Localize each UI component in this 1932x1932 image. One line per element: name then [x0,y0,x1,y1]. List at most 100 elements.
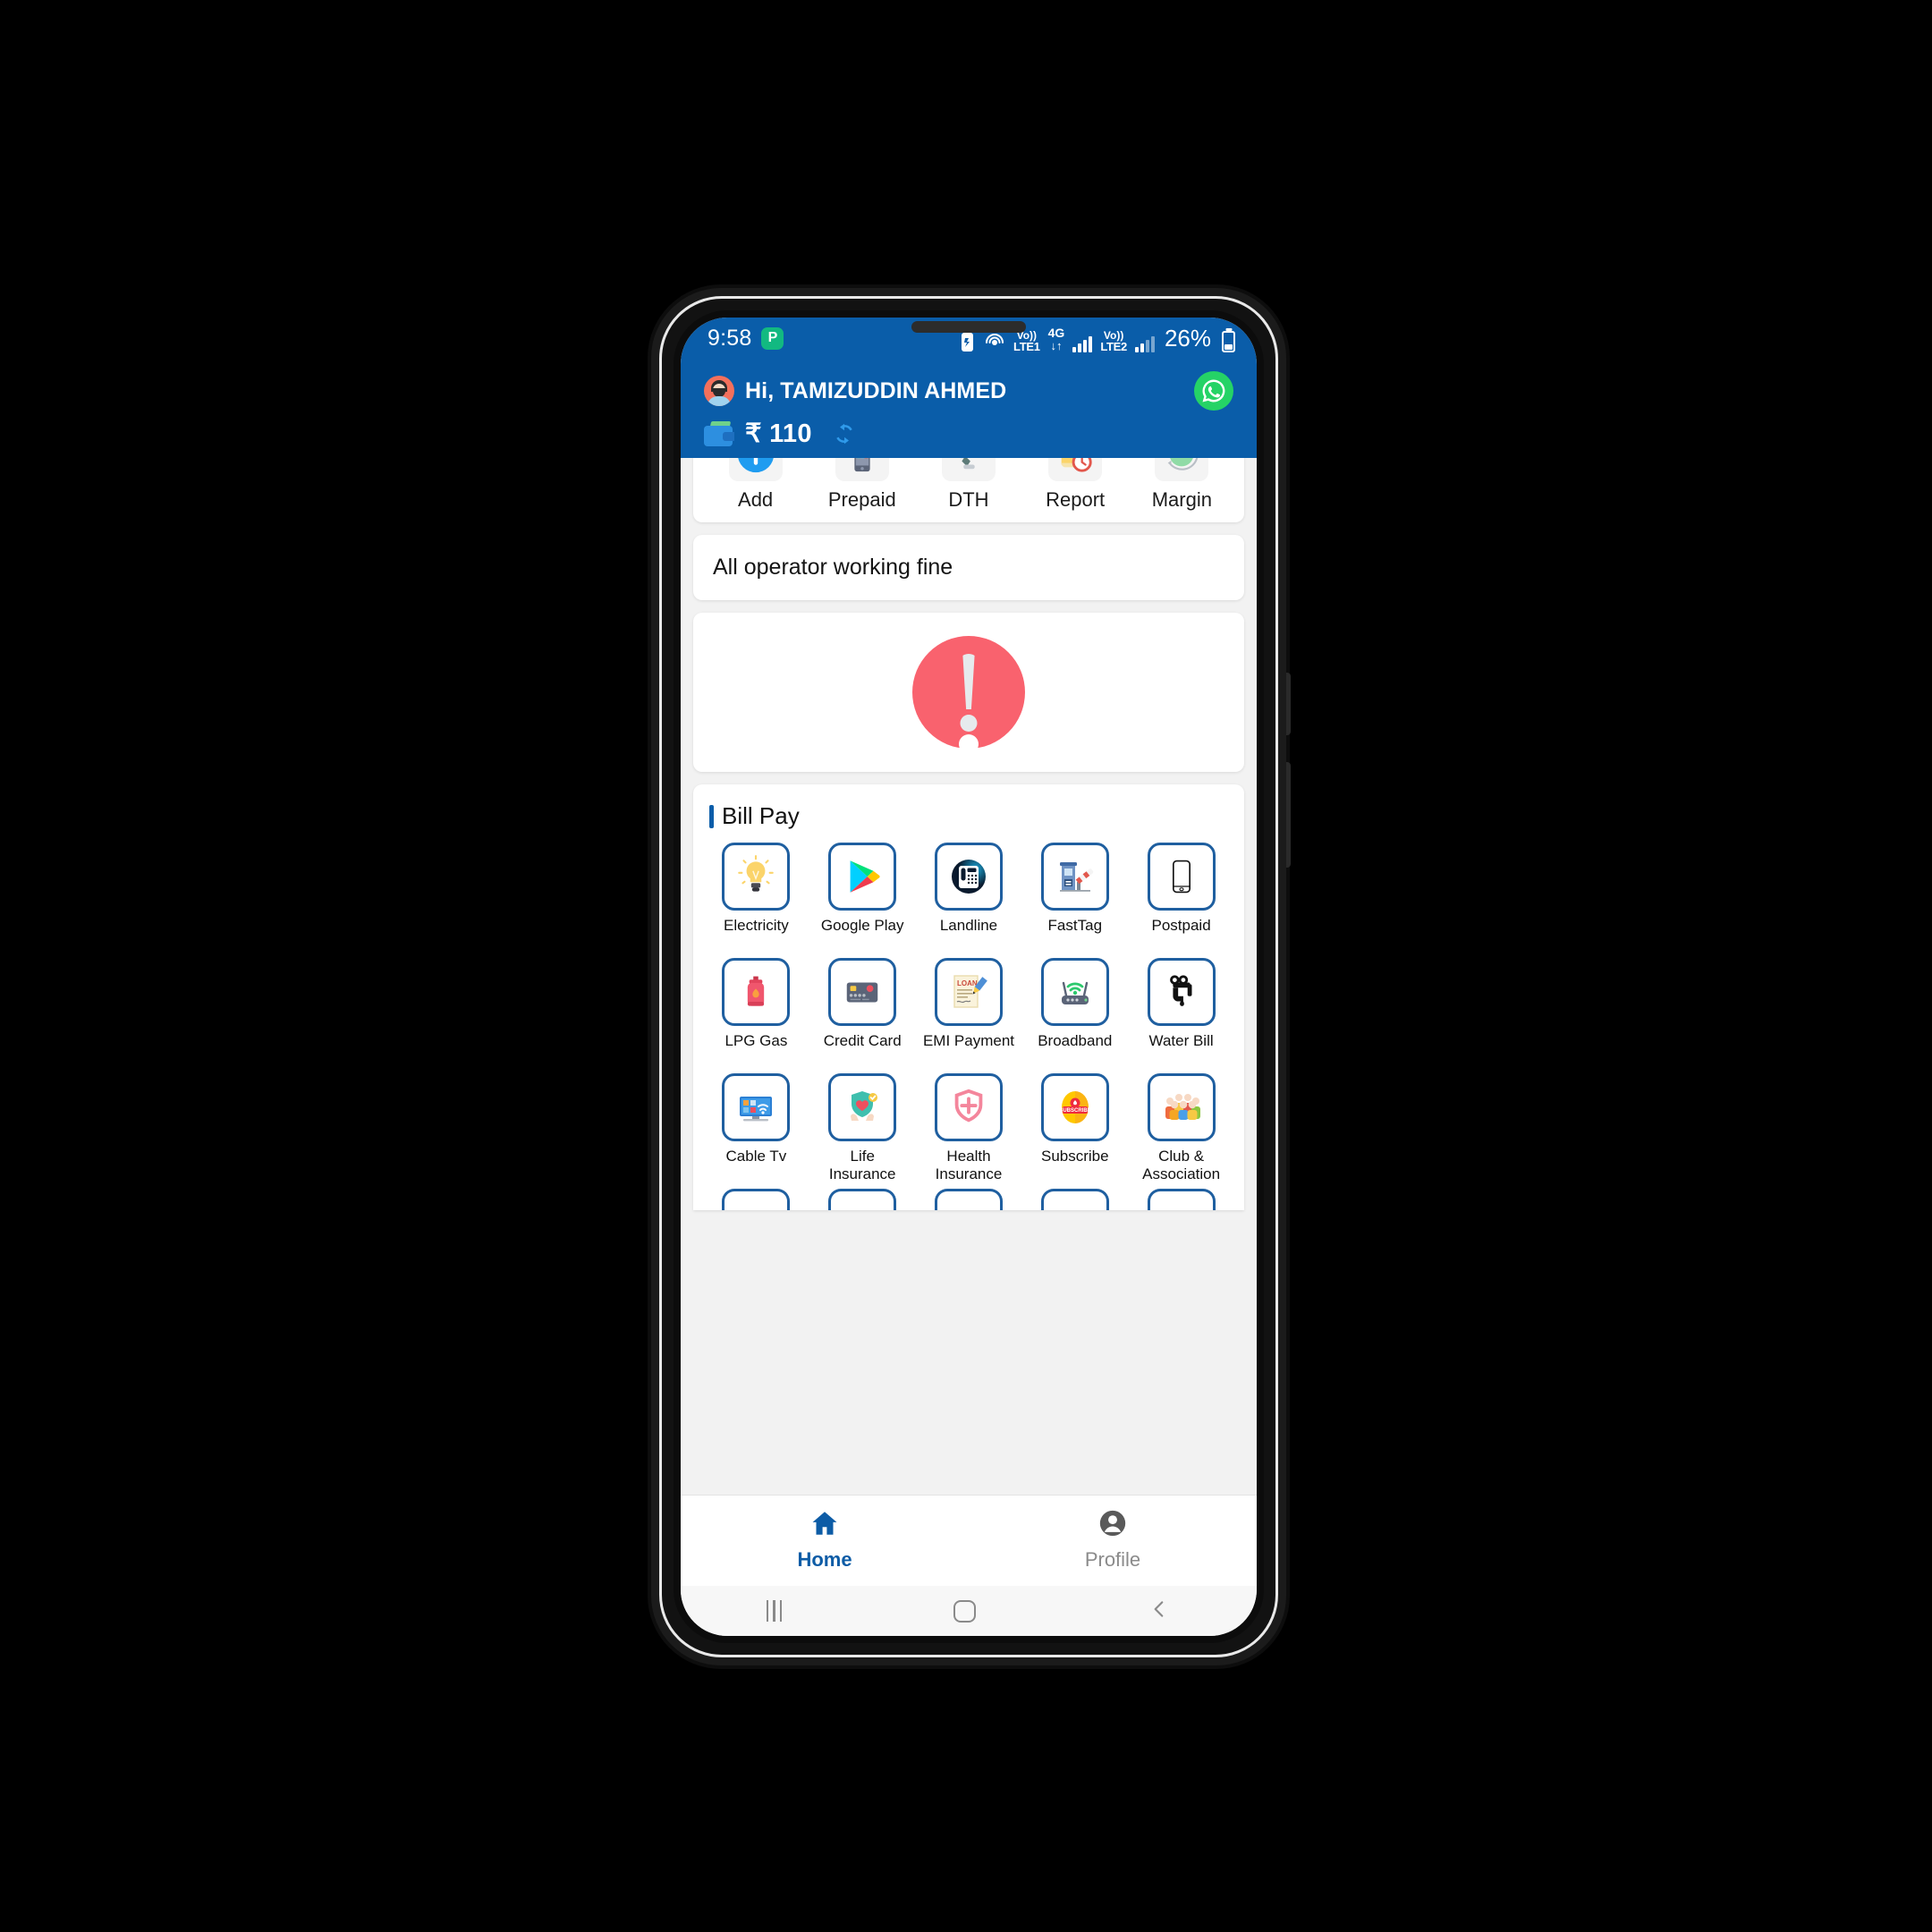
bill-pay-card: Bill Pay Electricity Google Play Landlin… [693,784,1244,1210]
quick-action-label: Margin [1151,488,1212,511]
smart-tv-icon [722,1073,791,1141]
bill-pay-item-label: Postpaid [1151,917,1211,934]
android-system-navigation [681,1586,1257,1636]
bill-pay-item-label: Landline [939,917,998,934]
bill-pay-section-header: Bill Pay [704,799,1233,830]
nav-item-home[interactable]: Home [681,1508,969,1572]
bill-pay-item-credit-card[interactable]: Credit Card [810,958,915,1070]
operator-status-text: All operator working fine [713,555,953,580]
margin-pie-chart-icon: % $ [1155,458,1209,481]
bill-pay-item-landline[interactable]: Landline [917,843,1021,954]
bill-pay-item-emi-payment[interactable]: LOAN EMI Payment [917,958,1021,1070]
bill-pay-item-label: Electricity [724,917,789,934]
quick-action-margin[interactable]: % $ Margin [1151,458,1212,512]
side-button-lower[interactable] [1286,762,1291,868]
side-button-upper[interactable] [1286,673,1291,735]
bill-pay-item-subscribe[interactable]: SUBSCRIBE Subscribe [1022,1073,1127,1185]
partial-tile-icon [828,1189,897,1210]
group-people-icon [1147,1073,1216,1141]
bill-pay-item-club-association[interactable]: Club & Association [1129,1073,1233,1185]
header-balance-row: ₹ 110 [704,418,1233,449]
operator-status-card[interactable]: All operator working fine [693,535,1244,600]
wifi-router-icon [1040,958,1109,1026]
bill-pay-title: Bill Pay [722,802,800,829]
earpiece-speaker [911,321,1026,333]
toll-barrier-icon [1040,843,1109,911]
plus-circle-icon [728,458,783,481]
bill-pay-item-broadband[interactable]: Broadband [1022,958,1127,1070]
nav-item-profile[interactable]: Profile [969,1508,1257,1572]
app-header: Hi, TAMIZUDDIN AHMED ₹ 110 [681,359,1257,458]
volte-sim2-icon: Vo)) LTE2 [1100,328,1127,353]
home-icon [809,1508,840,1543]
refresh-icon[interactable] [830,419,859,448]
bill-pay-item-label: Subscribe [1040,1148,1109,1165]
satellite-dish-icon [941,458,996,481]
phone-bezel-ring: 9:58 P Vo)) LTE1 4G ↓↑ Vo)) LTE2 26% Hi,… [659,296,1278,1657]
health-shield-icon [934,1073,1003,1141]
signal-bars-sim2-icon [1134,335,1155,352]
bill-pay-item-life-insurance[interactable]: Life Insurance [810,1073,915,1185]
report-scroll-clock-icon [1048,458,1103,481]
bill-pay-item-electricity[interactable]: Electricity [704,843,809,954]
light-bulb-icon [722,843,791,911]
bill-pay-item-partial[interactable] [704,1189,809,1210]
bill-pay-item-label: Cable Tv [725,1148,787,1165]
bill-pay-item-label: Credit Card [823,1032,902,1049]
status-bar-clock: 9:58 [708,325,752,351]
quick-action-label: Add [738,488,774,511]
bill-pay-item-water-bill[interactable]: Water Bill [1129,958,1233,1070]
battery-icon [1222,330,1235,352]
hotspot-icon [984,331,1005,352]
screenshot-canvas: 9:58 P Vo)) LTE1 4G ↓↑ Vo)) LTE2 26% Hi,… [0,0,1932,1932]
home-button-icon[interactable] [953,1599,977,1623]
quick-action-dth[interactable]: DTH [939,458,998,512]
bill-pay-item-partial[interactable] [1129,1189,1233,1210]
section-accent-bar [709,804,714,828]
bill-pay-item-label: Broadband [1038,1032,1113,1049]
battery-percentage: 26% [1164,324,1211,352]
battery-saver-icon [959,330,976,352]
wallet-icon [704,420,734,446]
bill-pay-item-cable-tv[interactable]: Cable Tv [704,1073,809,1185]
alert-banner-card[interactable] [693,613,1244,772]
bill-pay-item-health-insurance[interactable]: Health Insurance [917,1073,1021,1185]
bill-pay-item-partial[interactable] [810,1189,915,1210]
bill-pay-item-lpg-gas[interactable]: LPG Gas [704,958,809,1070]
quick-action-label: Prepaid [827,488,896,511]
bill-pay-item-postpaid[interactable]: Postpaid [1129,843,1233,954]
recent-apps-icon[interactable] [766,1600,783,1622]
gas-cylinder-icon [722,958,791,1026]
water-tap-icon [1147,958,1216,1026]
bill-pay-item-google-play[interactable]: Google Play [810,843,915,954]
avatar[interactable] [704,376,734,406]
mobile-phone-icon [835,458,889,481]
partial-tile-icon [1147,1189,1216,1210]
quick-actions-card: Add Prepaid DTH Report Margin [693,458,1244,522]
quick-action-report[interactable]: Report [1046,458,1105,512]
bill-pay-item-partial[interactable] [917,1189,1021,1210]
phone-bezel-inner: 9:58 P Vo)) LTE1 4G ↓↑ Vo)) LTE2 26% Hi,… [674,310,1264,1643]
phone-device-frame: 9:58 P Vo)) LTE1 4G ↓↑ Vo)) LTE2 26% Hi,… [651,288,1291,1665]
partial-tile-icon [1040,1189,1109,1210]
landline-phone-icon [934,843,1003,911]
person-icon [1097,1508,1128,1543]
whatsapp-icon[interactable] [1194,371,1233,411]
volte-sim1-icon: Vo)) LTE1 [1013,328,1040,353]
smartphone-icon [1147,843,1216,911]
google-play-icon [828,843,897,911]
bill-pay-item-partial[interactable] [1022,1189,1127,1210]
bill-pay-item-label: Google Play [820,917,904,934]
bill-pay-item-fasttag[interactable]: FastTag [1022,843,1127,954]
quick-action-add[interactable]: Add [726,458,785,512]
quick-action-prepaid[interactable]: Prepaid [828,458,896,512]
bill-pay-item-label: Health Insurance [935,1148,1003,1183]
bill-pay-item-label: LPG Gas [724,1032,788,1049]
main-content[interactable]: Add Prepaid DTH Report Margin All operat… [681,458,1257,1495]
bill-pay-grid: Electricity Google Play Landline FastTag… [704,830,1233,1210]
back-button-icon[interactable] [1148,1597,1171,1625]
header-greeting-row: Hi, TAMIZUDDIN AHMED [704,371,1233,411]
bottom-navigation: Home Profile [681,1495,1257,1586]
bill-pay-item-label: EMI Payment [922,1032,1015,1049]
life-insurance-shield-icon [828,1073,897,1141]
